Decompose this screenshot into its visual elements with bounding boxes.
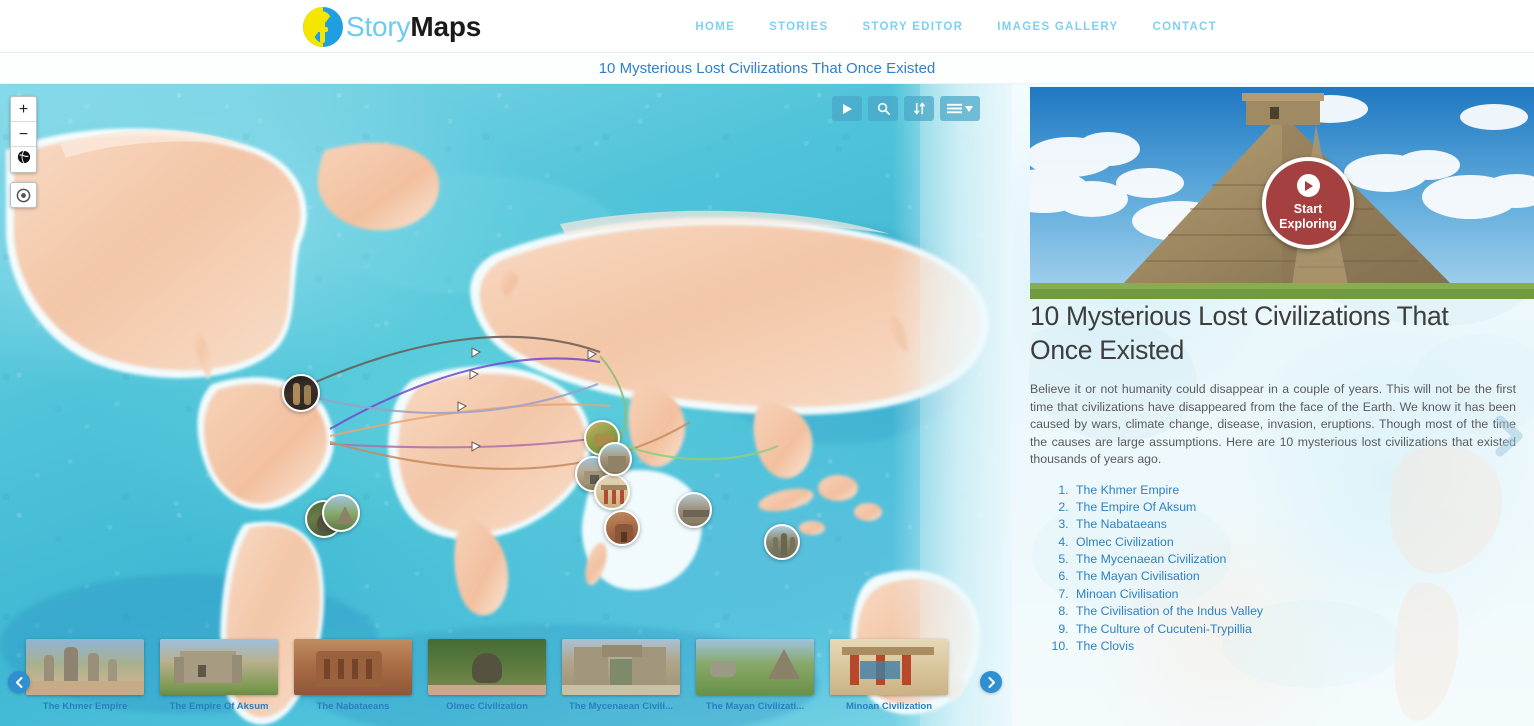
sidebar-content: 10 Mysterious Lost Civilizations That On…: [1012, 299, 1534, 655]
story-stage: + − The Khmer Empire The Empire Of Aksum…: [0, 84, 1534, 726]
list-item-link[interactable]: The Empire Of Aksum: [1076, 500, 1196, 514]
brand-name-story: Story: [346, 11, 411, 42]
map-continents: [0, 84, 1012, 726]
list-item-link[interactable]: The Civilisation of the Indus Valley: [1076, 604, 1263, 618]
list-item-link[interactable]: The Mayan Civilisation: [1076, 569, 1200, 583]
list-item: The Clovis: [1072, 638, 1516, 655]
list-item-link[interactable]: The Khmer Empire: [1076, 483, 1179, 497]
play-tour-button[interactable]: [832, 96, 862, 121]
start-button-line2: Exploring: [1279, 217, 1337, 231]
list-item: Olmec Civilization: [1072, 534, 1516, 551]
thumbnail-image-mayan: [696, 639, 814, 695]
thumbnail-item-1[interactable]: The Khmer Empire: [26, 639, 144, 712]
thumbnail-caption: The Empire Of Aksum: [169, 701, 269, 712]
map-toolbar: [832, 96, 980, 121]
thumbnail-image-khmer: [26, 639, 144, 695]
locate-me-button[interactable]: [10, 182, 37, 208]
sort-icon: [913, 102, 925, 115]
thumbnail-caption: The Mycenaean Civili...: [568, 701, 673, 712]
map-marker-indus[interactable]: [676, 492, 712, 528]
sort-button[interactable]: [904, 96, 934, 121]
chevron-down-icon: [965, 105, 973, 112]
list-item: The Culture of Cucuteni-Trypillia: [1072, 621, 1516, 638]
map-marker-mayan[interactable]: [322, 494, 360, 532]
story-description: Believe it or not humanity could disappe…: [1030, 382, 1516, 466]
list-item-link[interactable]: The Mycenaean Civilization: [1076, 552, 1226, 566]
map-marker-aksum[interactable]: [598, 442, 632, 476]
site-header: StoryMaps HOME STORIES STORY EDITOR IMAG…: [0, 0, 1534, 53]
thumbnail-item-2[interactable]: The Empire Of Aksum: [160, 639, 278, 712]
chevron-right-large-icon: [1495, 415, 1523, 457]
map-marker-nabataeans[interactable]: [604, 510, 640, 546]
start-exploring-button[interactable]: Start Exploring: [1262, 157, 1354, 249]
thumbnail-image-mycenaean: [562, 639, 680, 695]
start-button-line1: Start: [1293, 202, 1323, 216]
main-navigation: HOME STORIES STORY EDITOR IMAGES GALLERY…: [678, 0, 1234, 53]
brand-logo-link[interactable]: StoryMaps: [303, 7, 481, 47]
locate-icon: [16, 188, 31, 202]
land-eurasia: [479, 224, 981, 407]
map-marker-clovis[interactable]: [282, 374, 320, 412]
story-map[interactable]: + − The Khmer Empire The Empire Of Aksum…: [0, 84, 1012, 726]
globe-icon: [17, 150, 30, 164]
globe-home-button[interactable]: [11, 147, 36, 172]
page-title: 10 Mysterious Lost Civilizations That On…: [598, 59, 936, 77]
thumbnail-image-nabataeans: [294, 639, 412, 695]
map-zoom-controls: + −: [10, 96, 37, 173]
zoom-out-button[interactable]: −: [11, 122, 36, 147]
brand-name-maps: Maps: [410, 11, 482, 42]
thumbnail-item-7[interactable]: Minoan Civilization: [830, 639, 948, 712]
nav-story-editor[interactable]: STORY EDITOR: [845, 21, 980, 33]
play-icon: [843, 103, 852, 114]
legend-dropdown-button[interactable]: [940, 96, 980, 121]
list-item-link[interactable]: Minoan Civilisation: [1076, 587, 1179, 601]
list-item: The Nabataeans: [1072, 516, 1516, 533]
nav-stories[interactable]: STORIES: [752, 21, 845, 33]
list-icon: [947, 103, 962, 113]
thumbnail-caption: The Mayan Civilizati...: [705, 701, 805, 712]
thumbnail-caption: Minoan Civilization: [845, 701, 933, 712]
thumbnail-prev-button[interactable]: [8, 671, 30, 693]
chevron-right-icon: [988, 676, 995, 688]
thumbnail-item-3[interactable]: The Nabataeans: [294, 639, 412, 712]
list-item-link[interactable]: The Clovis: [1076, 639, 1134, 653]
civilizations-list: The Khmer Empire The Empire Of Aksum The…: [1012, 482, 1534, 655]
list-item: The Mycenaean Civilization: [1072, 551, 1516, 568]
list-item-link[interactable]: The Culture of Cucuteni-Trypillia: [1076, 622, 1252, 636]
sidebar-next-slide-button[interactable]: [1486, 414, 1530, 458]
thumbnail-item-4[interactable]: Olmec Civilization: [428, 639, 546, 712]
nav-home[interactable]: HOME: [678, 21, 752, 33]
search-button[interactable]: [868, 96, 898, 121]
thumbnail-item-5[interactable]: The Mycenaean Civili...: [562, 639, 680, 712]
play-icon: [1296, 174, 1320, 197]
thumbnail-image-aksum: [160, 639, 278, 695]
chevron-left-icon: [15, 676, 22, 688]
story-thumbnail-strip: The Khmer Empire The Empire Of Aksum The…: [0, 634, 1012, 726]
thumbnail-caption: The Khmer Empire: [42, 701, 128, 712]
story-sidebar: Start Exploring 10 Mysterious Lost Civil…: [1012, 84, 1534, 726]
search-icon: [877, 102, 890, 115]
thumbnail-next-button[interactable]: [980, 671, 1002, 693]
thumbnail-image-minoan: [830, 639, 948, 695]
thumbnail-item-6[interactable]: The Mayan Civilizati...: [696, 639, 814, 712]
list-item: The Mayan Civilisation: [1072, 568, 1516, 585]
list-item-link[interactable]: Olmec Civilization: [1076, 535, 1174, 549]
globe-swirl-logo-icon: [303, 7, 343, 47]
list-item-link[interactable]: The Nabataeans: [1076, 517, 1167, 531]
list-item: Minoan Civilisation: [1072, 586, 1516, 603]
list-item: The Empire Of Aksum: [1072, 499, 1516, 516]
nav-contact[interactable]: CONTACT: [1136, 21, 1234, 33]
thumbnail-caption: Olmec Civilization: [446, 701, 528, 712]
list-item: The Civilisation of the Indus Valley: [1072, 603, 1516, 620]
hero-image: Start Exploring: [1030, 87, 1534, 299]
thumbnail-caption: The Nabataeans: [316, 701, 390, 712]
thumbnail-image-olmec: [428, 639, 546, 695]
story-heading: 10 Mysterious Lost Civilizations That On…: [1030, 301, 1449, 365]
nav-images-gallery[interactable]: IMAGES GALLERY: [980, 21, 1135, 33]
map-marker-minoan[interactable]: [594, 474, 630, 510]
list-item: The Khmer Empire: [1072, 482, 1516, 499]
zoom-in-button[interactable]: +: [11, 97, 36, 122]
map-marker-khmer[interactable]: [764, 524, 800, 560]
story-title-bar: 10 Mysterious Lost Civilizations That On…: [0, 53, 1534, 84]
